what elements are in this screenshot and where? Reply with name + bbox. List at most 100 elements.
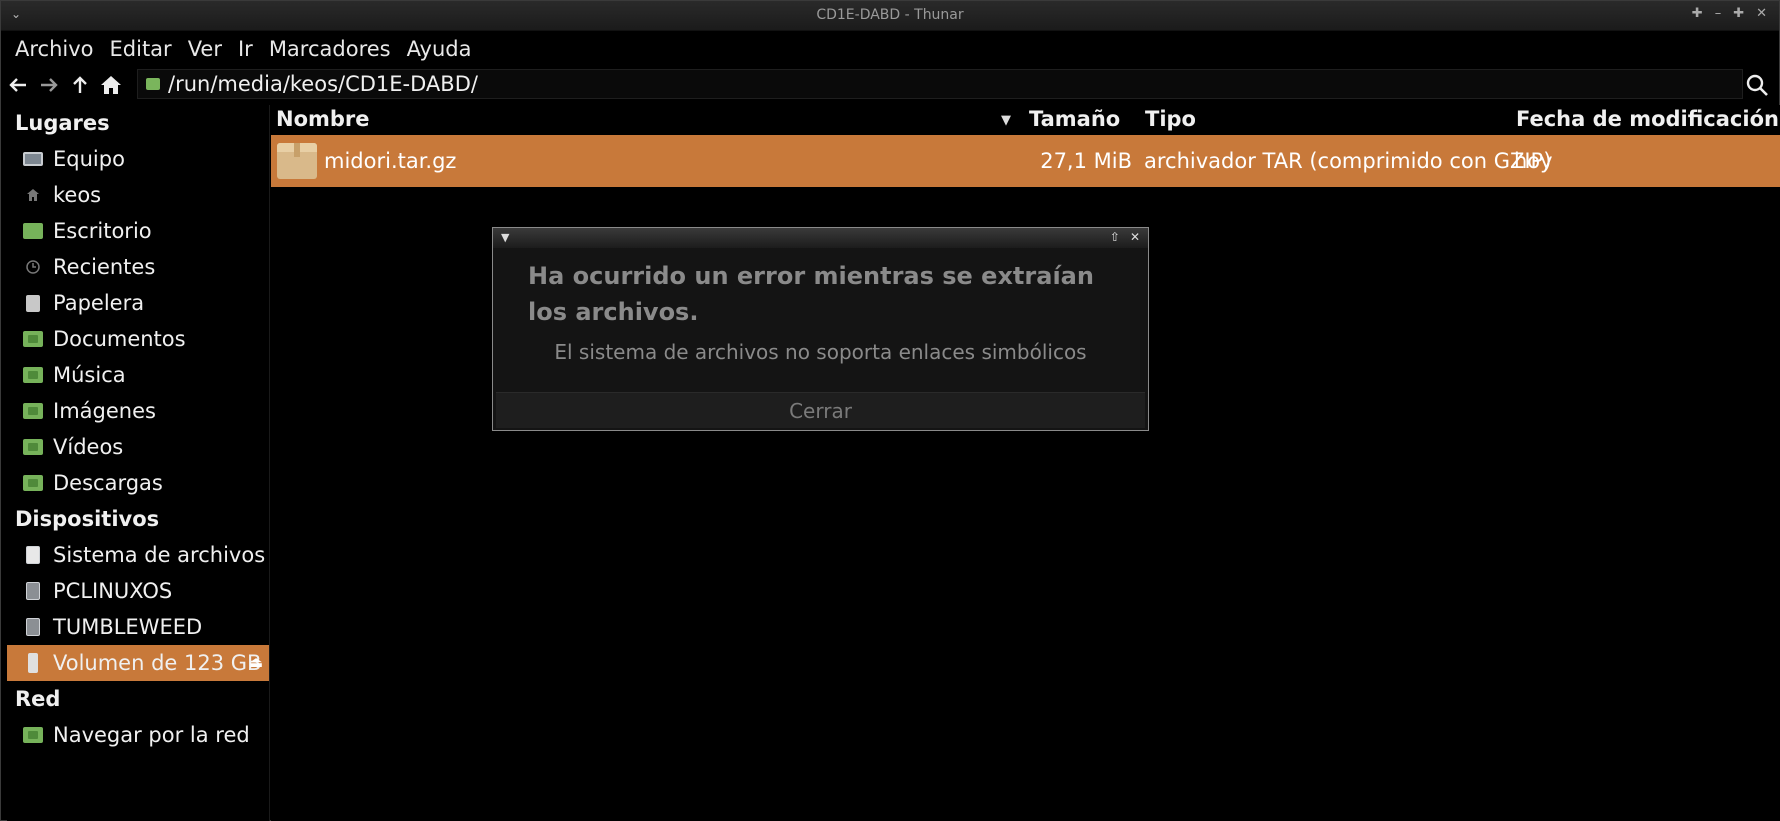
folder-icon <box>23 402 43 420</box>
menu-archivo[interactable]: Archivo <box>7 37 102 61</box>
sidebar-item-descargas[interactable]: Descargas <box>7 465 269 501</box>
dialog-keep-above-icon[interactable]: ⇧ <box>1110 230 1120 244</box>
maximize-icon[interactable]: ✚ <box>1733 6 1744 21</box>
column-header-size[interactable]: Tamaño <box>1029 107 1120 131</box>
file-type: archivador TAR (comprimido con GZIP) <box>1144 149 1552 173</box>
sidebar-heading-lugares: Lugares <box>15 111 110 135</box>
location-bar[interactable]: /run/media/keos/CD1E-DABD/ <box>137 69 1743 99</box>
arrow-left-icon <box>9 78 26 92</box>
sidebar-item-keos[interactable]: keos <box>7 177 269 213</box>
menu-ayuda[interactable]: Ayuda <box>399 37 480 61</box>
sidebar-item-label: Vídeos <box>53 435 124 459</box>
dialog-heading: Ha ocurrido un error mientras se extraía… <box>528 262 1094 326</box>
computer-icon <box>23 150 43 168</box>
archive-icon <box>277 143 317 179</box>
sidebar-item-papelera[interactable]: Papelera <box>7 285 269 321</box>
search-icon <box>1746 74 1768 96</box>
eject-icon[interactable]: ⏏ <box>249 653 263 671</box>
sidebar-item-label: PCLINUXOS <box>53 579 173 603</box>
window-controls: ✚ – ✚ ✕ <box>1692 6 1767 21</box>
sidebar-item-label: Documentos <box>53 327 186 351</box>
menu-editar[interactable]: Editar <box>102 37 180 61</box>
close-button[interactable]: Cerrar <box>496 392 1145 428</box>
trash-icon <box>23 294 43 312</box>
error-dialog: ▼ ⇧ ✕ Ha ocurrido un error mientras se e… <box>492 227 1149 431</box>
sidebar-item-label: TUMBLEWEED <box>53 615 203 639</box>
dialog-menu-icon[interactable]: ▼ <box>501 231 509 244</box>
column-header-date[interactable]: Fecha de modificación <box>1516 107 1779 131</box>
parent-folder-button[interactable] <box>66 70 94 100</box>
folder-icon <box>23 366 43 384</box>
drive-icon <box>23 546 43 564</box>
keep-above-icon[interactable]: ✚ <box>1692 6 1703 21</box>
minimize-icon[interactable]: – <box>1715 6 1722 21</box>
arrow-right-icon <box>41 78 58 92</box>
drive-icon <box>23 582 43 600</box>
sidebar-item-tumbleweed[interactable]: TUMBLEWEED <box>7 609 269 645</box>
sidebar-item-recientes[interactable]: Recientes <box>7 249 269 285</box>
dialog-controls: ⇧ ✕ <box>1110 230 1140 244</box>
sidebar-item-label: Imágenes <box>53 399 156 423</box>
file-name: midori.tar.gz <box>324 149 457 173</box>
forward-button[interactable] <box>35 70 63 100</box>
window-title: CD1E-DABD - Thunar <box>816 7 964 23</box>
location-path[interactable]: /run/media/keos/CD1E-DABD/ <box>168 72 478 96</box>
network-folder-icon <box>23 726 43 744</box>
sidebar-item-escritorio[interactable]: Escritorio <box>7 213 269 249</box>
home-icon <box>23 186 43 204</box>
dialog-close-icon[interactable]: ✕ <box>1130 230 1140 244</box>
sidebar-item-label: Descargas <box>53 471 163 495</box>
home-button[interactable] <box>97 70 125 100</box>
file-size: 27,1 MiB <box>1040 149 1132 173</box>
menu-ir[interactable]: Ir <box>230 37 261 61</box>
sidebar-item-label: keos <box>53 183 102 207</box>
sort-descending-icon: ▼ <box>1001 113 1011 128</box>
sidebar-item-label: Sistema de archivos <box>53 543 266 567</box>
sidebar-item-sistema-de-archivos[interactable]: Sistema de archivos <box>7 537 269 573</box>
sidebar-item-label: Equipo <box>53 147 125 171</box>
desktop-icon <box>23 222 43 240</box>
column-header-row: Nombre ▼ Tamaño Tipo Fecha de modificaci… <box>271 105 1780 135</box>
sidebar-item-videos[interactable]: Vídeos <box>7 429 269 465</box>
folder-icon <box>23 474 43 492</box>
window-titlebar[interactable]: ⌄ CD1E-DABD - Thunar ✚ – ✚ ✕ <box>1 1 1779 31</box>
sidebar-heading-dispositivos: Dispositivos <box>15 507 160 531</box>
sidebar-item-equipo[interactable]: Equipo <box>7 141 269 177</box>
sidebar-item-volumen-123gb[interactable]: Volumen de 123 GB ⏏ <box>7 645 269 681</box>
dialog-titlebar[interactable]: ▼ ⇧ ✕ <box>493 228 1148 248</box>
folder-icon <box>23 330 43 348</box>
file-date: hoy <box>1514 149 1553 173</box>
sidebar-heading-red: Red <box>15 687 61 711</box>
close-icon[interactable]: ✕ <box>1756 6 1767 21</box>
sidebar-item-label: Navegar por la red <box>53 723 250 747</box>
drive-icon <box>23 618 43 636</box>
column-header-name[interactable]: Nombre <box>276 107 370 131</box>
sidebar-item-label: Música <box>53 363 126 387</box>
sidebar-item-imagenes[interactable]: Imágenes <box>7 393 269 429</box>
clock-icon <box>23 258 43 276</box>
file-list-pane[interactable]: Nombre ▼ Tamaño Tipo Fecha de modificaci… <box>271 105 1780 821</box>
back-button[interactable] <box>4 70 32 100</box>
search-button[interactable] <box>1743 71 1771 99</box>
sidebar-item-label: Papelera <box>53 291 145 315</box>
toolbar: /run/media/keos/CD1E-DABD/ <box>1 67 1779 103</box>
sidebar-item-pclinuxos[interactable]: PCLINUXOS <box>7 573 269 609</box>
menubar: Archivo Editar Ver Ir Marcadores Ayuda <box>1 31 1779 67</box>
usb-icon <box>23 653 43 673</box>
sidebar-item-documentos[interactable]: Documentos <box>7 321 269 357</box>
folder-icon <box>23 438 43 456</box>
menu-ver[interactable]: Ver <box>180 37 230 61</box>
column-header-type[interactable]: Tipo <box>1145 107 1196 131</box>
dialog-message: El sistema de archivos no soporta enlace… <box>554 340 1087 364</box>
home-icon <box>101 76 121 94</box>
menu-marcadores[interactable]: Marcadores <box>261 37 399 61</box>
sidebar-item-musica[interactable]: Música <box>7 357 269 393</box>
pane-splitter[interactable] <box>269 105 270 821</box>
drive-folder-icon <box>146 78 160 90</box>
sidebar-item-label: Escritorio <box>53 219 152 243</box>
sidebar-item-navegar-red[interactable]: Navegar por la red <box>7 717 269 753</box>
thunar-window: ⌄ CD1E-DABD - Thunar ✚ – ✚ ✕ Archivo Edi… <box>0 0 1780 821</box>
sidebar-item-label: Recientes <box>53 255 156 279</box>
file-row[interactable]: midori.tar.gz 27,1 MiB archivador TAR (c… <box>271 135 1780 187</box>
sidebar-item-label: Volumen de 123 GB <box>53 651 262 675</box>
